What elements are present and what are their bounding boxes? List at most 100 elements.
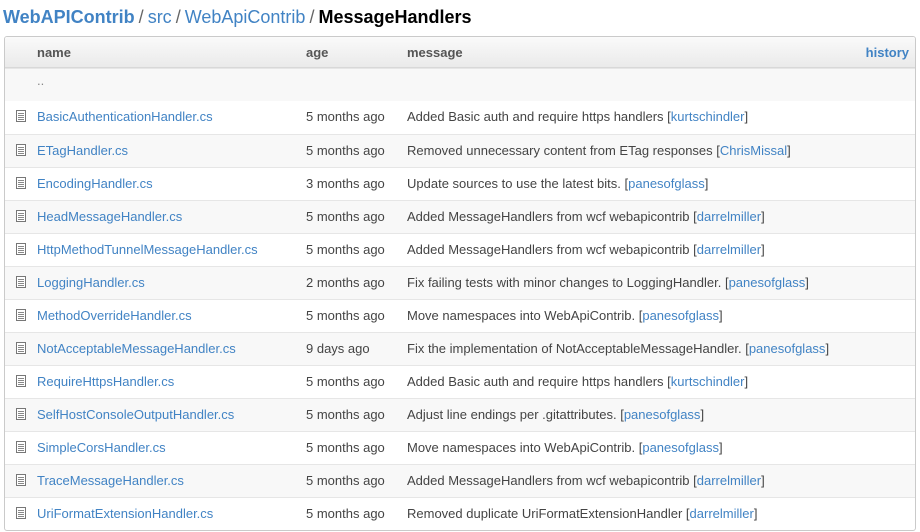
file-icon <box>16 342 26 354</box>
commit-author-link[interactable]: kurtschindler <box>671 109 745 124</box>
commit-message: Added MessageHandlers from wcf webapicon… <box>407 242 765 257</box>
table-row: LoggingHandler.cs 2 months ago Fix failing… <box>5 266 915 299</box>
commit-author-link[interactable]: darrelmiller <box>690 506 754 521</box>
commit-message-text: Fix the implementation of NotAcceptableM… <box>407 341 742 356</box>
file-icon <box>16 309 26 321</box>
commit-author-link[interactable]: panesofglass <box>624 407 701 422</box>
file-name-link[interactable]: UriFormatExtensionHandler.cs <box>37 498 213 530</box>
commit-message-text: Removed duplicate UriFormatExtensionHand… <box>407 506 683 521</box>
parent-directory-link[interactable]: .. <box>37 65 44 97</box>
table-row: UriFormatExtensionHandler.cs 5 months ago… <box>5 497 915 530</box>
file-icon <box>16 210 26 222</box>
file-icon <box>16 110 26 122</box>
table-row: SelfHostConsoleOutputHandler.cs 5 months … <box>5 398 915 431</box>
commit-message-text: Adjust line endings per .gitattributes. <box>407 407 617 422</box>
commit-author-link[interactable]: panesofglass <box>628 176 705 191</box>
commit-message-text: Fix failing tests with minor changes to … <box>407 275 722 290</box>
file-icon <box>16 441 26 453</box>
commit-author-link[interactable]: panesofglass <box>642 440 719 455</box>
commit-message-text: Added MessageHandlers from wcf webapicon… <box>407 242 690 257</box>
file-name-link[interactable]: HttpMethodTunnelMessageHandler.cs <box>37 234 258 266</box>
commit-message: Fix the implementation of NotAcceptableM… <box>407 341 830 356</box>
commit-message-text: Added MessageHandlers from wcf webapicon… <box>407 209 690 224</box>
file-age: 5 months ago <box>306 374 385 389</box>
file-icon <box>16 276 26 288</box>
file-name-link[interactable]: SelfHostConsoleOutputHandler.cs <box>37 399 234 431</box>
commit-message: Added MessageHandlers from wcf webapicon… <box>407 473 765 488</box>
file-icon <box>16 243 26 255</box>
table-row: RequireHttpsHandler.cs 5 months ago Added … <box>5 365 915 398</box>
column-header-age: age <box>306 45 329 60</box>
commit-message-text: Move namespaces into WebApiContrib. <box>407 440 636 455</box>
history-link[interactable]: history <box>866 45 909 60</box>
commit-author-link[interactable]: kurtschindler <box>671 374 745 389</box>
commit-message: Added Basic auth and require https handl… <box>407 374 749 389</box>
breadcrumb-src-link[interactable]: src <box>148 7 172 27</box>
commit-author-link[interactable]: panesofglass <box>729 275 806 290</box>
commit-message: Fix failing tests with minor changes to … <box>407 275 809 290</box>
file-name-link[interactable]: HeadMessageHandler.cs <box>37 201 182 233</box>
breadcrumb-current: MessageHandlers <box>318 7 472 27</box>
file-age: 5 months ago <box>306 440 385 455</box>
file-age: 5 months ago <box>306 109 385 124</box>
file-icon <box>16 144 26 156</box>
commit-message: Move namespaces into WebApiContrib. [pan… <box>407 440 723 455</box>
file-icon <box>16 408 26 420</box>
commit-message: Added Basic auth and require https handl… <box>407 109 749 124</box>
file-age: 2 months ago <box>306 275 385 290</box>
commit-message: Move namespaces into WebApiContrib. [pan… <box>407 308 723 323</box>
commit-message: Removed duplicate UriFormatExtensionHand… <box>407 506 758 521</box>
breadcrumb-project-link[interactable]: WebApiContrib <box>185 7 306 27</box>
table-row: ETagHandler.cs 5 months ago Removed unnece… <box>5 134 915 167</box>
file-age: 5 months ago <box>306 473 385 488</box>
file-name-link[interactable]: BasicAuthenticationHandler.cs <box>37 101 213 133</box>
file-icon <box>16 474 26 486</box>
commit-author-link[interactable]: ChrisMissal <box>720 143 787 158</box>
commit-message-text: Update sources to use the latest bits. <box>407 176 621 191</box>
table-row: TraceMessageHandler.cs 5 months ago Added … <box>5 464 915 497</box>
file-age: 5 months ago <box>306 506 385 521</box>
commit-author-link[interactable]: darrelmiller <box>697 473 761 488</box>
breadcrumb-repo-link[interactable]: WebAPIContrib <box>3 7 135 27</box>
table-row: NotAcceptableMessageHandler.cs 9 days ago… <box>5 332 915 365</box>
column-header-message: message <box>407 45 463 60</box>
file-age: 5 months ago <box>306 407 385 422</box>
breadcrumb-separator: / <box>175 7 181 27</box>
commit-message-text: Move namespaces into WebApiContrib. <box>407 308 636 323</box>
commit-message-text: Added MessageHandlers from wcf webapicon… <box>407 473 690 488</box>
table-row: SimpleCorsHandler.cs 5 months ago Move nam… <box>5 431 915 464</box>
file-icon <box>16 375 26 387</box>
file-age: 5 months ago <box>306 143 385 158</box>
commit-author-link[interactable]: panesofglass <box>749 341 826 356</box>
file-age: 9 days ago <box>306 341 370 356</box>
table-row: BasicAuthenticationHandler.cs 5 months ag… <box>5 101 915 134</box>
commit-message-text: Removed unnecessary content from ETag re… <box>407 143 713 158</box>
file-tree-table: name age message history .. BasicAuthent… <box>4 36 916 531</box>
file-name-link[interactable]: RequireHttpsHandler.cs <box>37 366 174 398</box>
breadcrumb: WebAPIContrib / src / WebApiContrib / MessageH… <box>3 5 472 29</box>
column-header-name: name <box>37 45 71 60</box>
table-row: MethodOverrideHandler.cs 5 months ago Move… <box>5 299 915 332</box>
file-name-link[interactable]: ETagHandler.cs <box>37 135 128 167</box>
commit-message: Added MessageHandlers from wcf webapicon… <box>407 209 765 224</box>
file-name-link[interactable]: MethodOverrideHandler.cs <box>37 300 192 332</box>
file-age: 5 months ago <box>306 209 385 224</box>
commit-message-text: Added Basic auth and require https handl… <box>407 374 664 389</box>
file-name-link[interactable]: EncodingHandler.cs <box>37 168 153 200</box>
file-name-link[interactable]: TraceMessageHandler.cs <box>37 465 184 497</box>
commit-author-link[interactable]: panesofglass <box>642 308 719 323</box>
file-age: 3 months ago <box>306 176 385 191</box>
commit-author-link[interactable]: darrelmiller <box>697 242 761 257</box>
file-name-link[interactable]: SimpleCorsHandler.cs <box>37 432 166 464</box>
commit-message-text: Added Basic auth and require https handl… <box>407 109 664 124</box>
file-name-link[interactable]: NotAcceptableMessageHandler.cs <box>37 333 236 365</box>
file-name-link[interactable]: LoggingHandler.cs <box>37 267 145 299</box>
breadcrumb-separator: / <box>138 7 144 27</box>
table-row: HeadMessageHandler.cs 5 months ago Added M… <box>5 200 915 233</box>
commit-author-link[interactable]: darrelmiller <box>697 209 761 224</box>
file-age: 5 months ago <box>306 308 385 323</box>
file-icon <box>16 177 26 189</box>
table-row: HttpMethodTunnelMessageHandler.cs 5 month… <box>5 233 915 266</box>
parent-directory-row[interactable]: .. <box>5 68 915 101</box>
file-icon <box>16 507 26 519</box>
